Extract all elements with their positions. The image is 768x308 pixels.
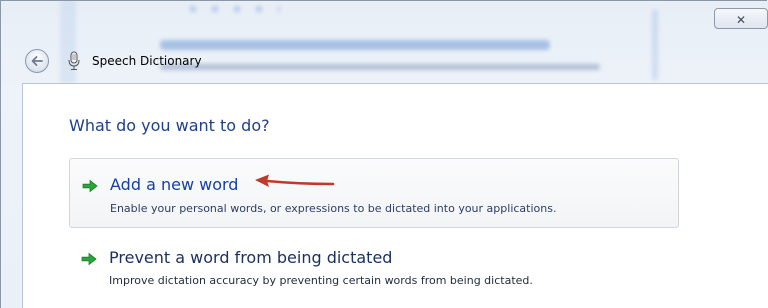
close-icon: ✕ [735, 13, 747, 27]
red-pointer-arrow [255, 174, 335, 187]
close-button[interactable]: ✕ [714, 8, 768, 29]
option-prevent-word[interactable]: Prevent a word from being dictated Impro… [69, 234, 679, 304]
microphone-icon [68, 51, 80, 70]
option-description: Enable your personal words, or expressio… [110, 202, 557, 215]
window-title: Speech Dictionary [92, 54, 202, 68]
back-arrow-icon [31, 56, 43, 66]
back-button[interactable] [25, 49, 49, 73]
page-heading: What do you want to do? [69, 116, 270, 135]
content-pane: What do you want to do? Add a new word E… [22, 83, 768, 308]
option-title: Add a new word [110, 175, 239, 194]
option-description: Improve dictation accuracy by preventing… [109, 274, 533, 287]
green-right-arrow-icon [82, 179, 98, 193]
option-title: Prevent a word from being dictated [109, 248, 393, 267]
green-right-arrow-icon [81, 252, 97, 266]
option-add-new-word[interactable]: Add a new word Enable your personal word… [69, 158, 679, 228]
